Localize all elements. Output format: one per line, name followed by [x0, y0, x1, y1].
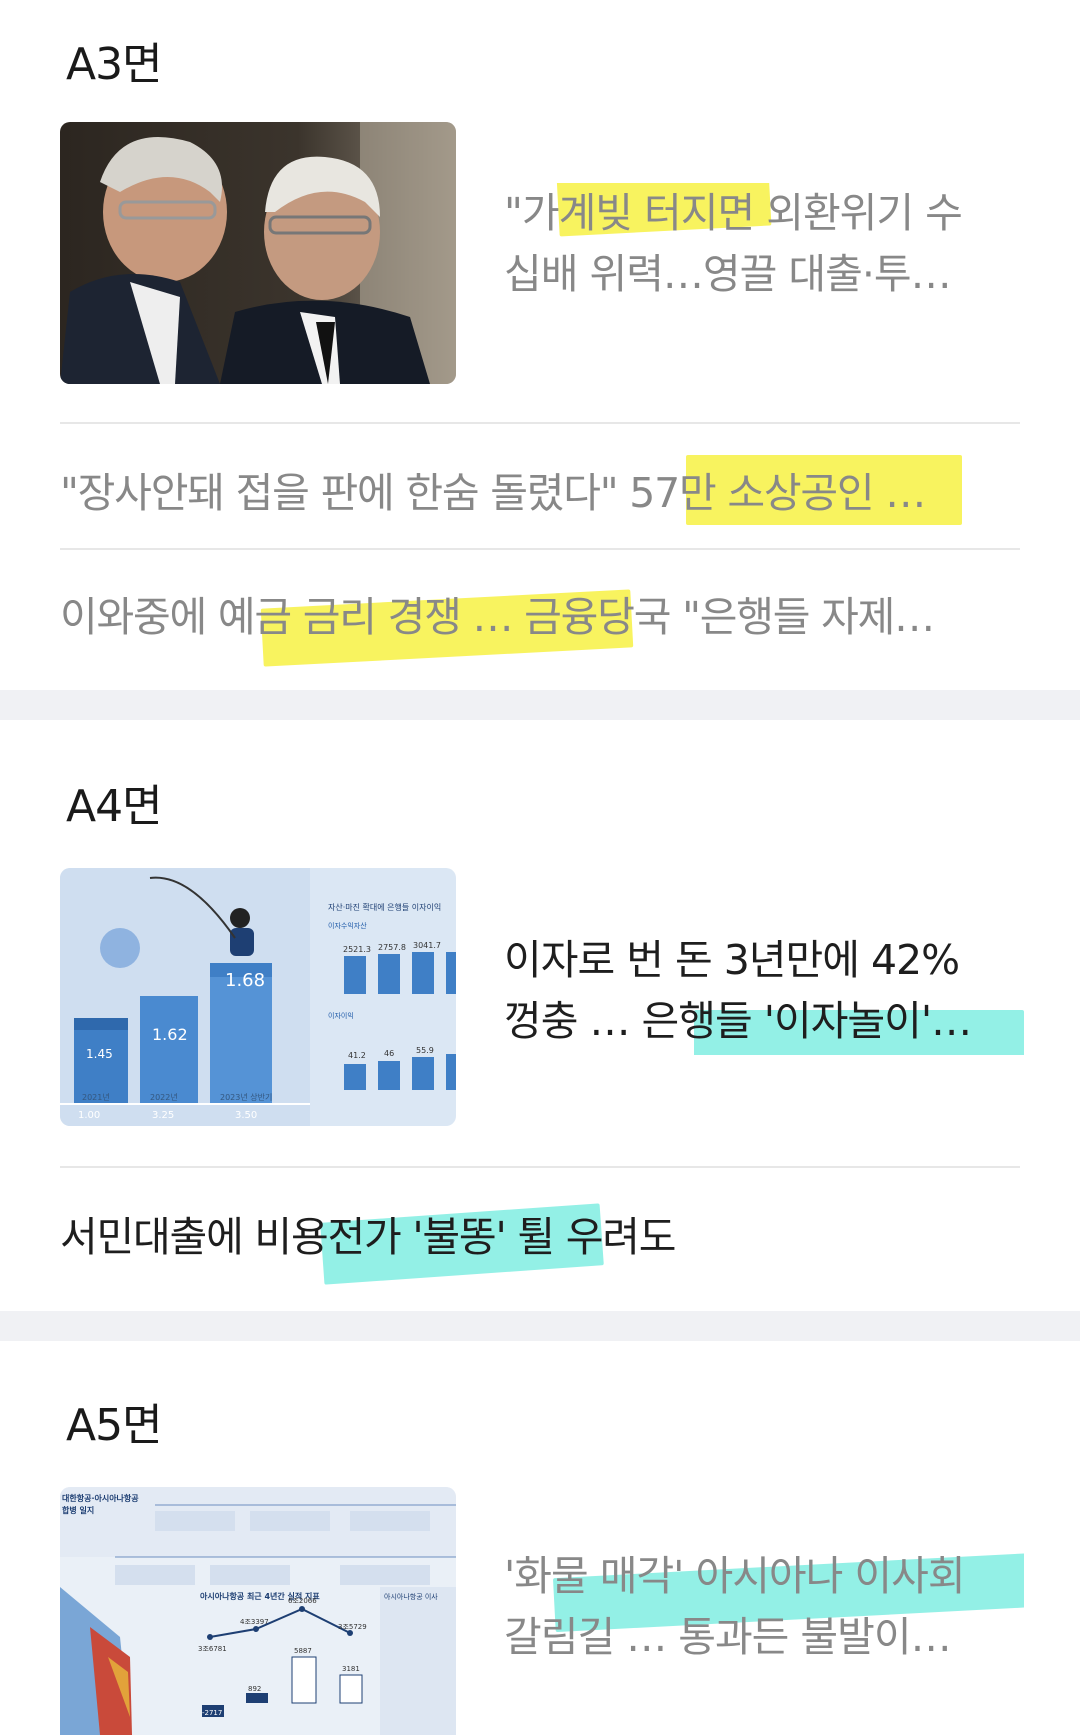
divider [60, 1166, 1020, 1168]
section-a4: A4면 1.45 1.62 1.68 2021년 2022년 2023년 상반기… [0, 720, 1080, 1311]
feature-headline[interactable]: "가계빚 터지면 외환위기 수 십배 위력…영끌 대출·투… [504, 183, 1024, 308]
svg-text:3041.7: 3041.7 [413, 941, 441, 950]
svg-text:-2717: -2717 [202, 1709, 222, 1717]
divider [60, 422, 1020, 424]
svg-text:이자수익자산: 이자수익자산 [328, 921, 367, 930]
headline-line: "가계빚 터지면 외환위기 수 [504, 189, 963, 237]
svg-text:아시아나항공 이사: 아시아나항공 이사 [384, 1592, 438, 1601]
feature-headline[interactable]: '화물 매각' 아시아나 이사회 갈림길 … 통과든 불발이… [504, 1546, 1024, 1671]
svg-text:1.00: 1.00 [78, 1110, 100, 1121]
svg-text:3조6781: 3조6781 [198, 1645, 227, 1653]
svg-text:5887: 5887 [294, 1647, 312, 1655]
article-link[interactable]: 서민대출에 비용전가 '불똥' 튈 우려도 [60, 1203, 1020, 1285]
svg-text:2022년: 2022년 [150, 1092, 178, 1102]
headline-line: '화물 매각' 아시아나 이사회 [504, 1552, 966, 1600]
section-title: A3면 [66, 39, 163, 90]
article-title: "장사안돼 접을 판에 한숨 돌렸다" 57만 소상공인 … [60, 469, 926, 517]
svg-text:1.68: 1.68 [225, 970, 265, 991]
svg-text:2757.8: 2757.8 [378, 943, 406, 952]
svg-text:3.50: 3.50 [235, 1110, 257, 1121]
svg-text:합병 일지: 합병 일지 [62, 1505, 94, 1515]
svg-text:41.2: 41.2 [348, 1051, 366, 1060]
article-link[interactable]: 이와중에 예금 금리 경쟁 … 금융당국 "은행들 자제… [60, 583, 1020, 667]
svg-text:55.9: 55.9 [416, 1046, 434, 1055]
section-a3: A3면 "가계빚 터지면 외환위기 수 십배 위력…영끌 대출·투… "장사안돼… [0, 0, 1080, 690]
svg-text:1.45: 1.45 [86, 1047, 113, 1061]
svg-text:892: 892 [248, 1685, 261, 1693]
svg-text:자산·마진 확대에 은행들 이자이익: 자산·마진 확대에 은행들 이자이익 [328, 902, 441, 912]
svg-text:2521.3: 2521.3 [343, 945, 371, 954]
svg-text:2023년 상반기: 2023년 상반기 [220, 1092, 272, 1102]
section-separator [0, 1311, 1080, 1341]
svg-text:4조3397: 4조3397 [240, 1618, 269, 1626]
section-separator [0, 690, 1080, 720]
svg-text:3조5729: 3조5729 [338, 1623, 367, 1631]
section-title: A4면 [66, 781, 163, 832]
news-thumbnail-photo[interactable] [60, 122, 456, 384]
svg-text:대한항공·아시아나항공: 대한항공·아시아나항공 [62, 1493, 139, 1503]
news-thumbnail-infographic[interactable]: 대한항공·아시아나항공 합병 일지 아시아나항공 최근 4년간 실적 지표 아시… [60, 1487, 456, 1735]
svg-text:3181: 3181 [342, 1665, 360, 1673]
svg-text:46: 46 [384, 1049, 394, 1058]
article-title: 서민대출에 비용전가 '불똥' 튈 우려도 [60, 1213, 676, 1261]
headline-line: 이자로 번 돈 3년만에 42% [504, 936, 960, 984]
headline-line: 갈림길 … 통과든 불발이… [504, 1613, 952, 1661]
svg-text:6조2066: 6조2066 [288, 1597, 317, 1605]
svg-text:2021년: 2021년 [82, 1092, 110, 1102]
section-a5: A5면 대한항공·아시아나항공 합병 일지 아시아나항공 최근 4년간 실적 지… [0, 1341, 1080, 1735]
news-thumbnail-infographic[interactable]: 1.45 1.62 1.68 2021년 2022년 2023년 상반기 1.0… [60, 868, 456, 1126]
headline-line: 십배 위력…영끌 대출·투… [504, 250, 952, 298]
divider [60, 548, 1020, 550]
article-link[interactable]: "장사안돼 접을 판에 한숨 돌렸다" 57만 소상공인 … [60, 455, 1020, 525]
svg-text:1.62: 1.62 [152, 1025, 188, 1044]
svg-text:3.25: 3.25 [152, 1110, 174, 1121]
feature-headline[interactable]: 이자로 번 돈 3년만에 42% 껑충 … 은행들 '이자놀이'… [504, 930, 1024, 1055]
section-title: A5면 [66, 1400, 163, 1451]
article-title: 이와중에 예금 금리 경쟁 … 금융당국 "은행들 자제… [60, 593, 935, 641]
headline-line: 껑충 … 은행들 '이자놀이'… [504, 997, 972, 1045]
svg-text:이자이익: 이자이익 [328, 1011, 354, 1020]
